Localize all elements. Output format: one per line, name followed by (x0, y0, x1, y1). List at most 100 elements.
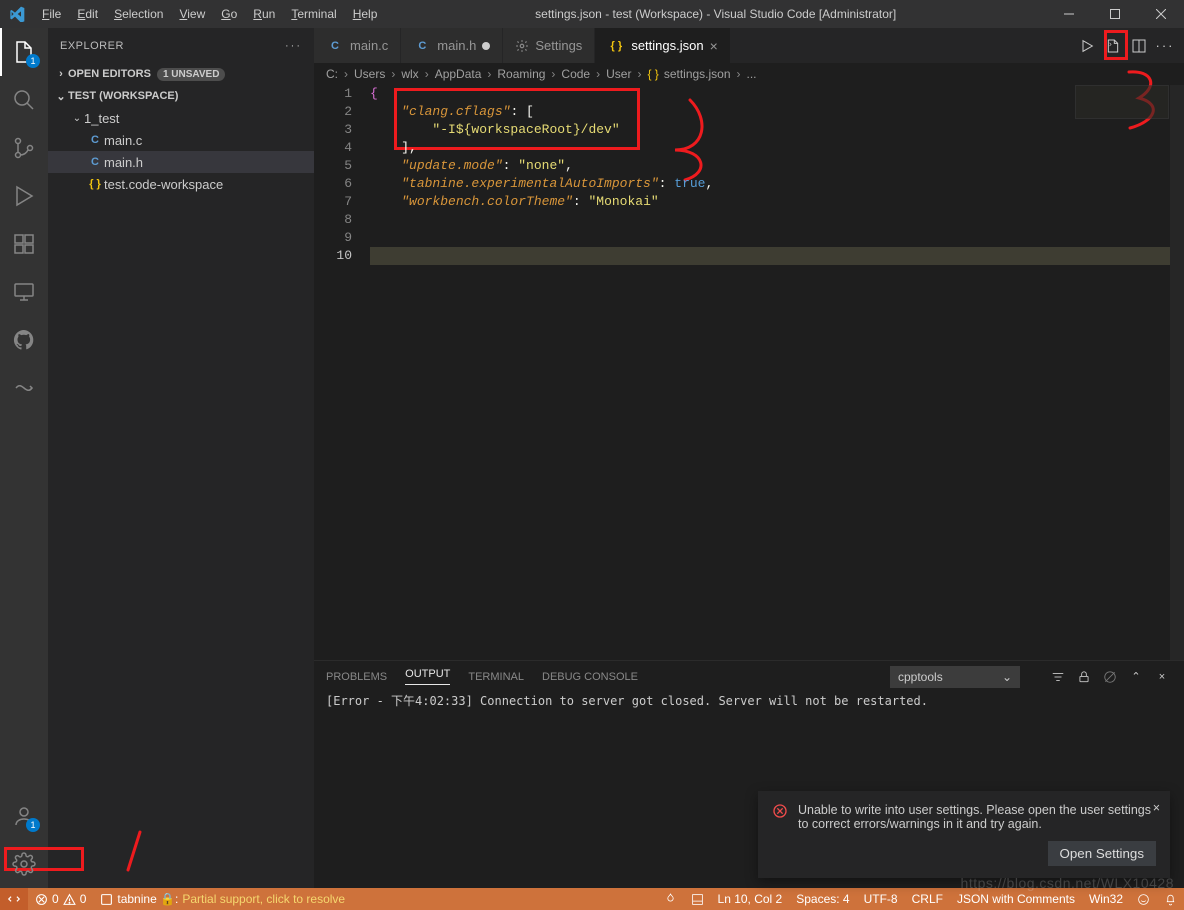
unsaved-badge: 1 UNSAVED (157, 68, 226, 81)
status-remote[interactable] (0, 888, 28, 910)
menu-terminal[interactable]: Terminal (283, 7, 344, 21)
folder-1-test[interactable]: ⌄ 1_test (48, 107, 314, 129)
output-line: [Error - 下午4:02:33] Connection to server… (326, 692, 1172, 709)
menu-selection[interactable]: Selection (106, 7, 171, 21)
title-bar: File Edit Selection View Go Run Terminal… (0, 0, 1184, 28)
file-main-h[interactable]: C main.h (48, 151, 314, 173)
panel-chevron-up-icon[interactable]: ⌃ (1126, 667, 1146, 687)
status-layout[interactable] (684, 888, 711, 910)
panel-close-icon[interactable]: × (1152, 667, 1172, 687)
activity-ext-icon[interactable] (0, 364, 48, 412)
vscode-logo (0, 6, 34, 22)
chevron-right-icon: › (54, 68, 68, 80)
menu-go[interactable]: Go (213, 7, 245, 21)
breadcrumb[interactable]: C:› Users› wlx› AppData› Roaming› Code› … (314, 63, 1184, 85)
panel-tab-problems[interactable]: PROBLEMS (326, 671, 387, 683)
breadcrumb-dots[interactable]: ... (747, 67, 757, 81)
panel-tab-terminal[interactable]: TERMINAL (468, 671, 524, 683)
status-errors-warnings[interactable]: 0 0 (28, 888, 93, 910)
filter-icon[interactable] (1048, 667, 1068, 687)
notification-toast: × Unable to write into user settings. Pl… (758, 791, 1170, 878)
status-bar: 0 0 tabnine 🔒: Partial support, click to… (0, 888, 1184, 910)
breadcrumb-file[interactable]: settings.json (664, 67, 731, 81)
chevron-down-icon: ⌄ (70, 113, 84, 124)
select-value: cpptools (898, 670, 943, 684)
breadcrumb-seg[interactable]: User (606, 67, 631, 81)
status-eol[interactable]: CRLF (905, 888, 950, 910)
c-file-icon: C (86, 134, 104, 146)
workspace-section[interactable]: ⌄ TEST (WORKSPACE) (48, 85, 314, 107)
open-editors-section[interactable]: › OPEN EDITORS 1 UNSAVED (48, 63, 314, 85)
status-os[interactable]: Win32 (1082, 888, 1130, 910)
run-code-button[interactable] (1076, 35, 1098, 57)
gear-icon (515, 39, 529, 53)
breadcrumb-seg[interactable]: AppData (435, 67, 482, 81)
window-minimize[interactable] (1046, 0, 1092, 28)
breadcrumb-seg[interactable]: Roaming (497, 67, 545, 81)
file-label: main.h (104, 155, 143, 170)
menu-edit[interactable]: Edit (69, 7, 106, 21)
status-spaces[interactable]: Spaces: 4 (789, 888, 856, 910)
activity-extensions[interactable] (0, 220, 48, 268)
clear-output-icon[interactable] (1100, 667, 1120, 687)
open-settings-json-button[interactable] (1102, 35, 1124, 57)
tab-main-h[interactable]: C main.h (401, 28, 503, 63)
file-label: main.c (104, 133, 142, 148)
code-editor[interactable]: 12345678910 { "clang.cflags": [ "-I${wor… (314, 85, 1184, 660)
menu-file[interactable]: File (34, 7, 69, 21)
status-encoding[interactable]: UTF-8 (857, 888, 905, 910)
status-line-col[interactable]: Ln 10, Col 2 (711, 888, 790, 910)
activity-settings-gear[interactable] (0, 840, 48, 888)
vertical-scrollbar[interactable] (1170, 85, 1184, 660)
breadcrumb-seg[interactable]: Code (561, 67, 590, 81)
explorer-title: EXPLORER (60, 40, 124, 52)
panel-tab-debug-console[interactable]: DEBUG CONSOLE (542, 671, 638, 683)
line-gutter: 12345678910 (314, 85, 370, 660)
toast-message: Unable to write into user settings. Plea… (798, 803, 1156, 831)
toast-close-button[interactable]: × (1153, 801, 1160, 815)
status-prettier[interactable] (657, 888, 684, 910)
status-feedback-icon[interactable] (1130, 888, 1157, 910)
menu-view[interactable]: View (171, 7, 213, 21)
explorer-more-icon[interactable]: ··· (285, 40, 302, 52)
menu-run[interactable]: Run (245, 7, 283, 21)
activity-accounts[interactable]: 1 (0, 792, 48, 840)
minimap[interactable] (1075, 85, 1169, 125)
tab-settings[interactable]: Settings (503, 28, 595, 63)
window-controls (1046, 0, 1184, 28)
close-icon[interactable]: × (710, 38, 718, 54)
explorer-badge: 1 (26, 54, 40, 68)
lock-scroll-icon[interactable] (1074, 667, 1094, 687)
c-file-icon: C (413, 40, 431, 52)
status-tabnine[interactable]: tabnine 🔒: Partial support, click to res… (93, 888, 352, 910)
breadcrumb-seg[interactable]: wlx (401, 67, 418, 81)
split-editor-button[interactable] (1128, 35, 1150, 57)
tab-label: main.h (437, 38, 476, 53)
breadcrumb-seg[interactable]: Users (354, 67, 385, 81)
menu-help[interactable]: Help (345, 7, 386, 21)
editor-more-button[interactable]: ··· (1154, 35, 1176, 57)
editor-actions: ··· (1076, 35, 1184, 57)
activity-explorer[interactable]: 1 (0, 28, 48, 76)
status-bell-icon[interactable] (1157, 888, 1184, 910)
open-settings-button[interactable]: Open Settings (1048, 841, 1156, 866)
panel-tab-output[interactable]: OUTPUT (405, 668, 450, 685)
window-close[interactable] (1138, 0, 1184, 28)
file-workspace[interactable]: { } test.code-workspace (48, 173, 314, 195)
tab-settings-json[interactable]: { } settings.json × (595, 28, 730, 63)
window-maximize[interactable] (1092, 0, 1138, 28)
explorer-header: EXPLORER ··· (48, 28, 314, 63)
menu-bar: File Edit Selection View Go Run Terminal… (34, 7, 385, 21)
status-language[interactable]: JSON with Comments (950, 888, 1082, 910)
breadcrumb-seg[interactable]: C: (326, 67, 338, 81)
activity-github[interactable] (0, 316, 48, 364)
code-content[interactable]: { "clang.cflags": [ "-I${workspaceRoot}/… (370, 85, 1184, 660)
output-channel-select[interactable]: cpptools ⌄ (890, 666, 1020, 688)
activity-search[interactable] (0, 76, 48, 124)
activity-source-control[interactable] (0, 124, 48, 172)
activity-remote-explorer[interactable] (0, 268, 48, 316)
tab-main-c[interactable]: C main.c (314, 28, 401, 63)
activity-run-debug[interactable] (0, 172, 48, 220)
open-editors-label: OPEN EDITORS (68, 68, 151, 80)
file-main-c[interactable]: C main.c (48, 129, 314, 151)
